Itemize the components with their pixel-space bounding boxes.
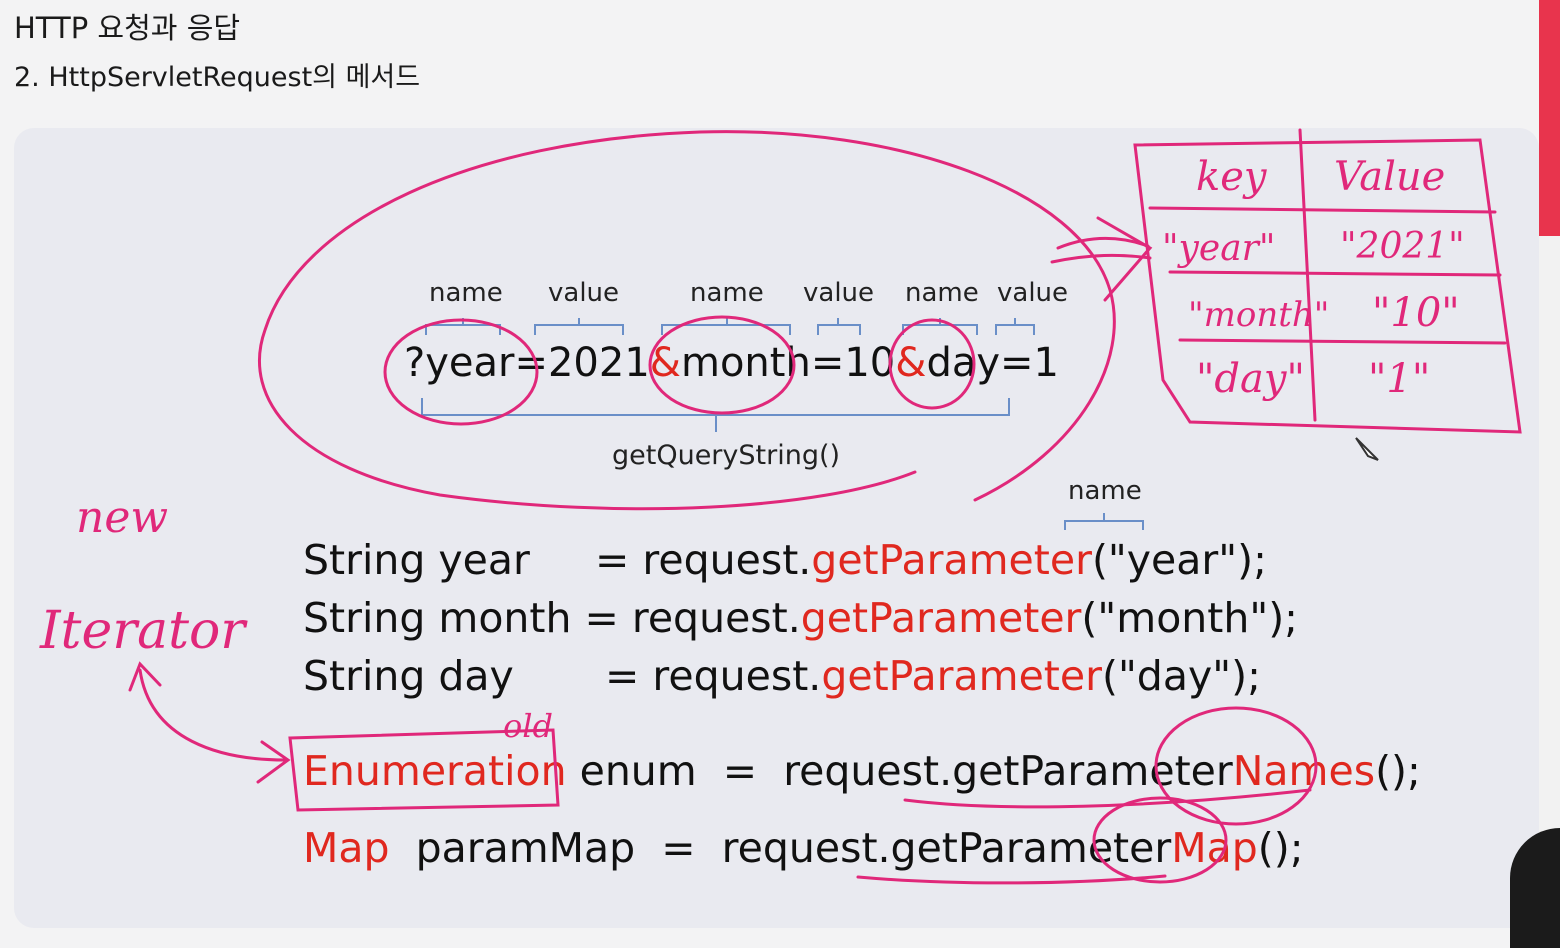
ink-underline-getparameter-2 <box>856 874 1167 885</box>
ink-circle-month <box>648 315 796 415</box>
bracket-value-1 <box>534 318 624 335</box>
pencil-cursor-icon <box>1355 437 1379 461</box>
annot-row-key-1: "year" <box>1162 228 1275 269</box>
annot-new: new <box>76 492 168 543</box>
annot-row-value-3: "1" <box>1368 356 1430 402</box>
ink-circle-year <box>383 318 539 426</box>
ink-table-row-3 <box>1178 338 1507 345</box>
annot-row-value-2: "10" <box>1372 290 1460 336</box>
ink-group <box>128 128 1522 885</box>
bracket-query-string <box>421 398 1010 432</box>
bracket-value-3 <box>995 318 1035 335</box>
ink-underline-getparameter-1 <box>903 788 1312 809</box>
annot-value: Value <box>1334 154 1445 200</box>
ink-text-group: new Iterator old key Value "year" "2021"… <box>39 154 1465 745</box>
ink-circle-day <box>888 318 976 410</box>
bracket-param-name <box>1064 513 1144 530</box>
ink-circle-names <box>1154 706 1318 826</box>
annot-old: old <box>503 707 553 745</box>
annot-row-key-2: "month" <box>1188 295 1329 335</box>
ink-big-ellipse <box>258 130 1116 511</box>
annot-iterator: Iterator <box>39 601 248 661</box>
bracket-value-2 <box>817 318 861 335</box>
ink-arrow-head-right <box>256 740 291 784</box>
ink-arrow-line-2 <box>1050 253 1152 264</box>
ink-table-row-2 <box>1168 270 1502 277</box>
annot-row-value-1: "2021" <box>1340 226 1465 267</box>
ink-curve-arrow <box>138 668 287 762</box>
ink-table-row-1 <box>1148 206 1497 214</box>
ink-arrow-head <box>1096 216 1153 302</box>
annot-row-key-3: "day" <box>1196 356 1305 402</box>
annotation-layer: new Iterator old key Value "year" "2021"… <box>39 128 1522 885</box>
annot-key: key <box>1196 154 1268 200</box>
ink-table-border <box>1133 138 1522 434</box>
ink-circle-map <box>1092 796 1228 884</box>
